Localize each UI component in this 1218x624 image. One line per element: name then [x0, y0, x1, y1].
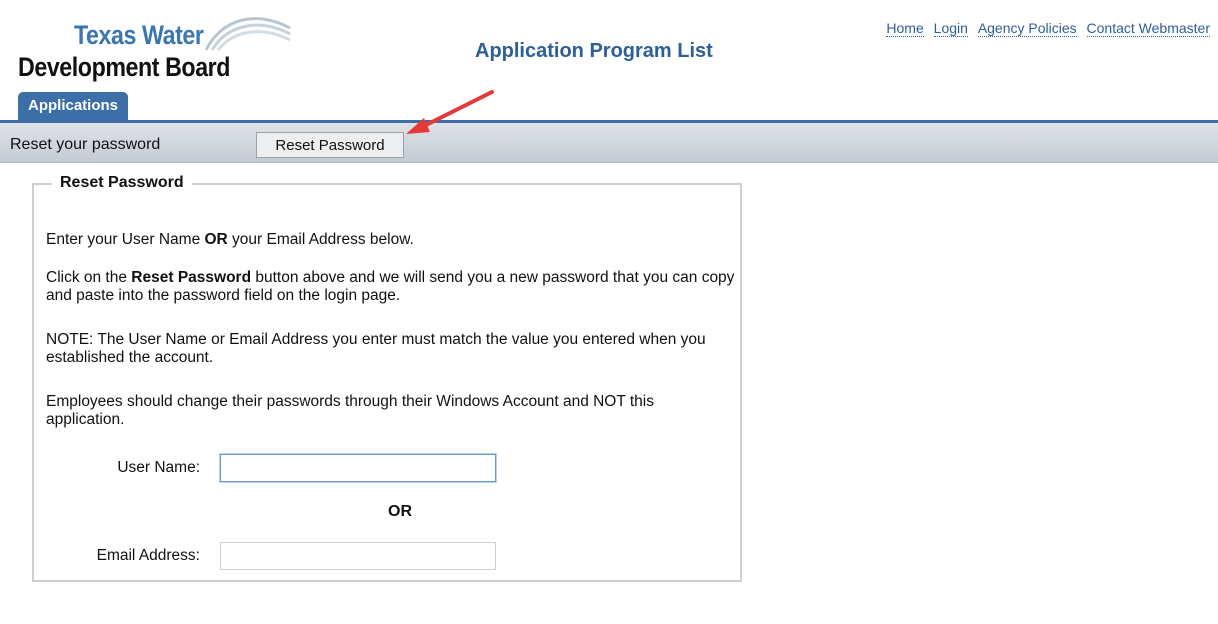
- email-row: Email Address:: [34, 541, 734, 571]
- water-swoosh-icon: [204, 17, 291, 51]
- tab-applications[interactable]: Applications: [18, 92, 129, 120]
- nav-link-contact-webmaster[interactable]: Contact Webmaster: [1086, 20, 1210, 37]
- nav-link-home[interactable]: Home: [886, 20, 924, 37]
- para1-bold: OR: [204, 231, 228, 248]
- username-input[interactable]: [220, 454, 496, 482]
- para1-text-b: your Email Address below.: [227, 231, 414, 248]
- page-title: Application Program List: [475, 40, 713, 62]
- username-label: User Name:: [117, 459, 200, 476]
- para2-text-a: Click on the: [46, 269, 132, 286]
- username-row: User Name:: [34, 453, 734, 483]
- instruction-para-1: Enter your User Name OR your Email Addre…: [46, 231, 736, 249]
- or-separator: OR: [388, 503, 412, 520]
- logo-text-line1: Texas Water: [74, 20, 204, 50]
- reset-password-fieldset: Reset Password Enter your User Name OR y…: [32, 174, 742, 582]
- para1-text-a: Enter your User Name: [46, 231, 205, 248]
- tw-db-logo: Texas Water Development Board: [16, 8, 291, 84]
- logo-text-line2: Development Board: [18, 52, 231, 82]
- instruction-para-2: Click on the Reset Password button above…: [46, 269, 736, 305]
- toolbar-instruction: Reset your password: [10, 136, 161, 153]
- top-nav-links: Home Login Agency Policies Contact Webma…: [880, 20, 1210, 37]
- email-label: Email Address:: [96, 547, 200, 564]
- employee-paragraph: Employees should change their passwords …: [46, 393, 654, 428]
- reset-password-button[interactable]: Reset Password: [256, 132, 404, 158]
- action-toolbar: Reset your password Reset Password: [0, 123, 1218, 163]
- nav-link-login[interactable]: Login: [933, 20, 968, 37]
- email-input[interactable]: [220, 542, 496, 570]
- red-pointer-arrow-icon: [406, 90, 494, 134]
- note-paragraph: NOTE: The User Name or Email Address you…: [46, 331, 706, 366]
- para2-bold: Reset Password: [131, 269, 252, 286]
- nav-link-agency-policies[interactable]: Agency Policies: [977, 20, 1077, 37]
- fieldset-legend: Reset Password: [52, 174, 192, 192]
